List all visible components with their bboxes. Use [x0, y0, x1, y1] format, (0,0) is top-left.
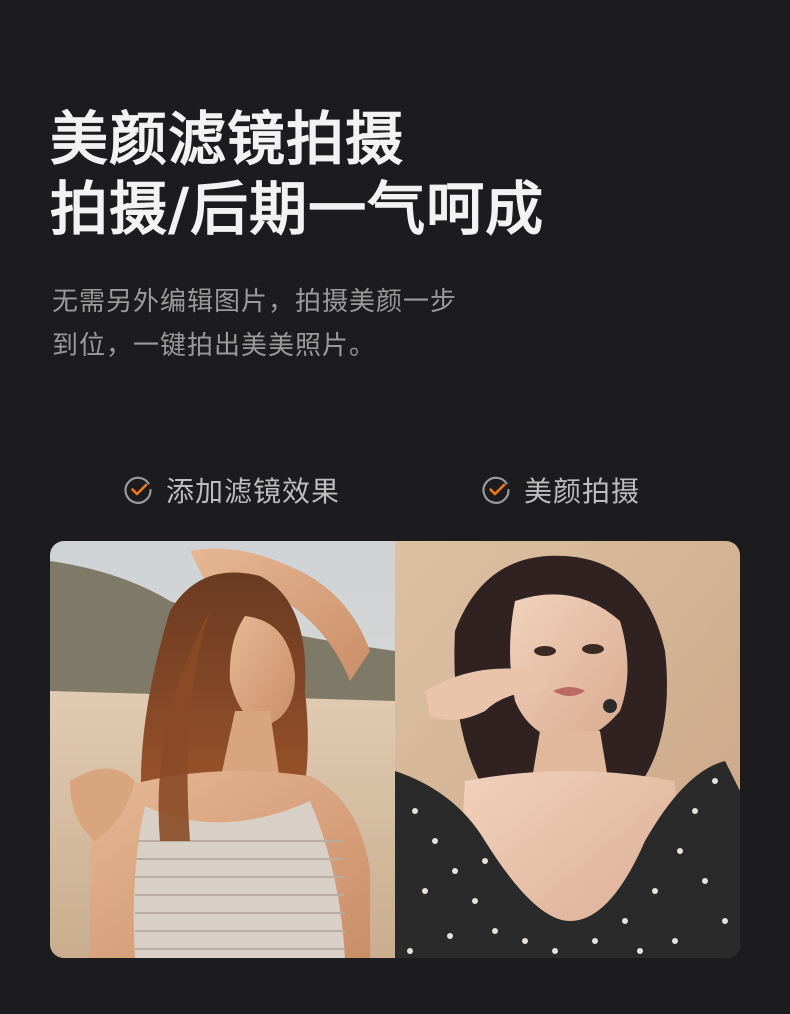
- feature-beauty-shot: 美颜拍摄: [480, 470, 640, 510]
- comparison-photos: [50, 541, 740, 958]
- description: 无需另外编辑图片，拍摄美颜一步 到位，一键拍出美美照片。: [52, 280, 457, 368]
- headline-line-2: 拍摄/后期一气呵成: [50, 175, 545, 243]
- filter-effect-photo: [50, 541, 395, 958]
- beauty-shot-photo: [395, 541, 740, 958]
- description-line-2: 到位，一键拍出美美照片。: [52, 331, 377, 361]
- headline: 美颜滤镜拍摄 拍摄/后期一气呵成: [50, 104, 544, 244]
- feature-beauty-label: 美颜拍摄: [524, 475, 641, 508]
- check-circle-icon: [124, 476, 152, 504]
- headline-line-1: 美颜滤镜拍摄: [50, 105, 405, 173]
- feature-filter-effect: 添加滤镜效果: [122, 470, 340, 510]
- feature-filter-label: 添加滤镜效果: [166, 475, 341, 508]
- check-circle-icon: [482, 476, 510, 504]
- description-line-1: 无需另外编辑图片，拍摄美颜一步: [52, 287, 458, 317]
